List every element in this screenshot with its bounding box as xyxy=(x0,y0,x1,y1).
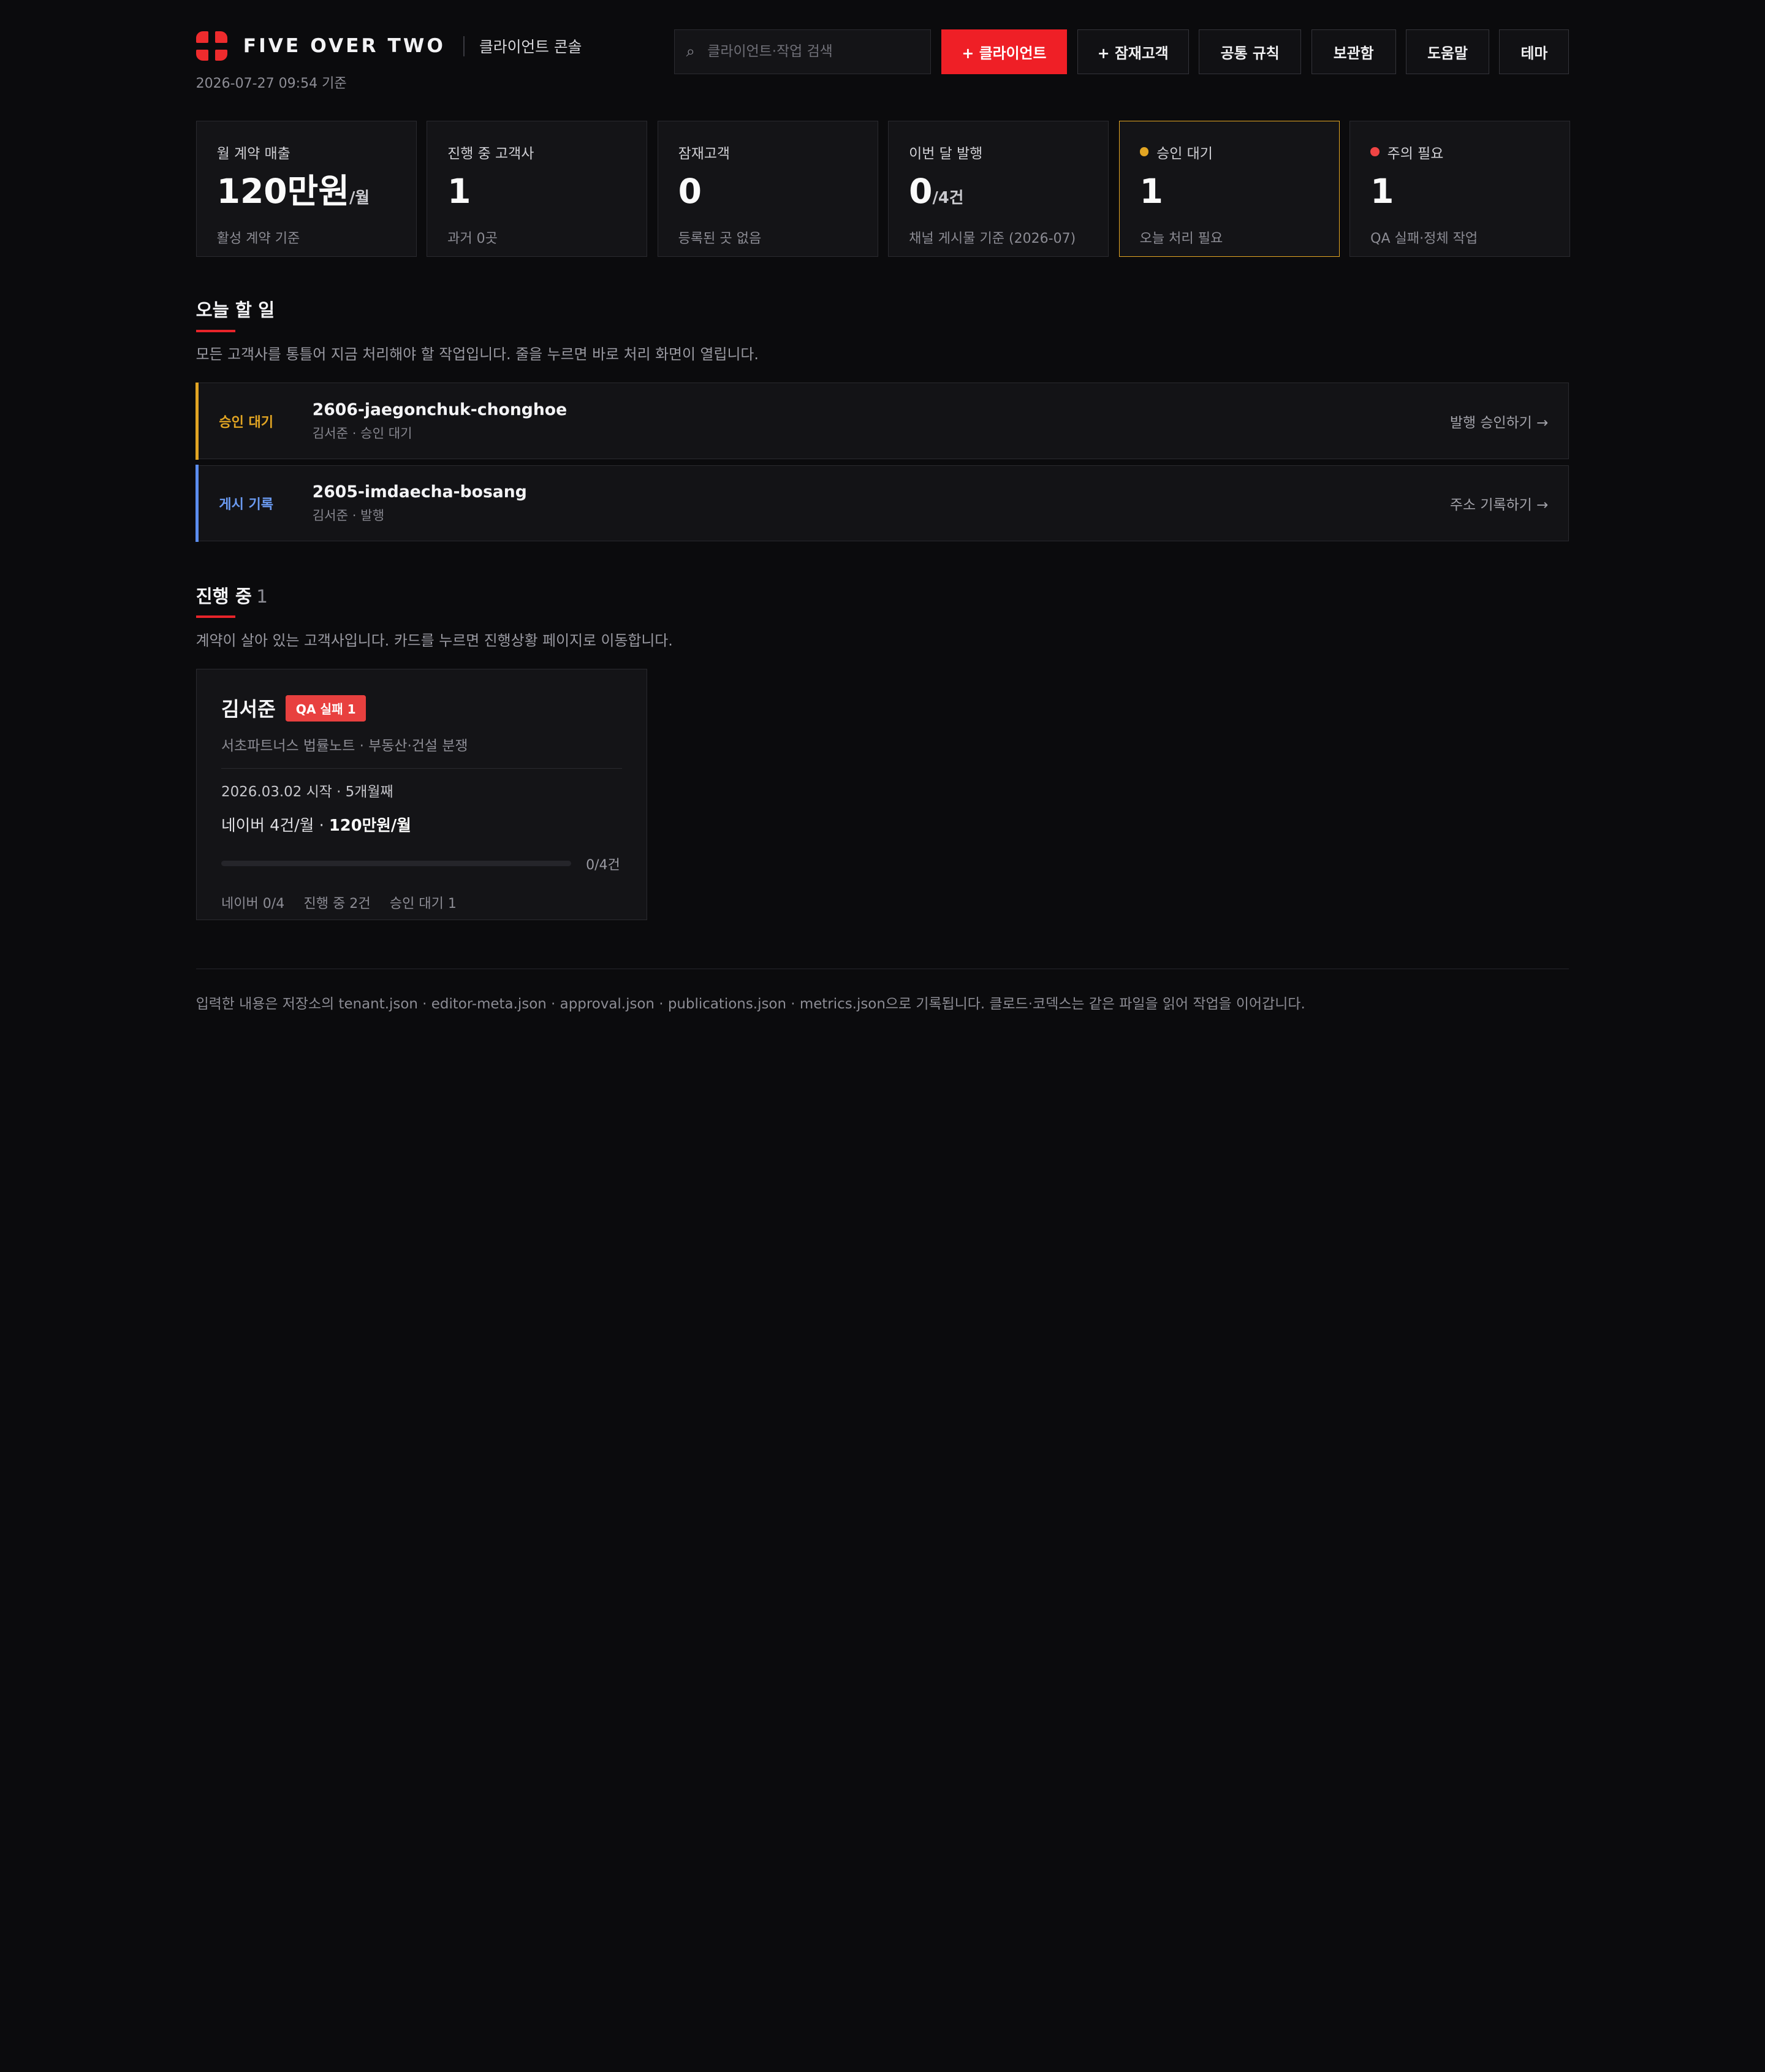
contract-plan: 네이버 4건/월 · 120만원/월 xyxy=(221,817,411,836)
in-progress-section-header: 진행 중1 xyxy=(195,582,268,619)
help-button[interactable]: 도움말 xyxy=(1406,29,1489,75)
archive-button[interactable]: 보관함 xyxy=(1311,29,1396,75)
task-meta: 김서준 · 발행 xyxy=(312,508,384,524)
theme-button[interactable]: 테마 xyxy=(1499,29,1570,75)
stats-row: 월 계약 매출 120만원/월 활성 계약 기준 진행 중 고객사 1 과거 0… xyxy=(195,120,1571,257)
progress-text: 0/4건 xyxy=(586,857,620,873)
data-timestamp: 2026-07-27 09:54 기준 xyxy=(195,75,347,91)
stat-pending-approval[interactable]: 승인 대기 1 오늘 처리 필요 xyxy=(1118,120,1340,257)
search-box[interactable]: ⌕ xyxy=(674,29,932,75)
brand[interactable]: FIVE OVER TWO 클라이언트 콘솔 xyxy=(195,31,582,61)
title-underline xyxy=(195,615,235,619)
search-icon: ⌕ xyxy=(686,42,696,61)
card-stats: 네이버 0/4 진행 중 2건 승인 대기 1 xyxy=(221,893,622,912)
app-root: FIVE OVER TWO 클라이언트 콘솔 2026-07-27 09:54 … xyxy=(0,0,1765,1128)
stat-value: 0 xyxy=(678,172,702,211)
stat-label: 승인 대기 xyxy=(1139,142,1339,162)
footer-note: 입력한 내용은 저장소의 tenant.json · editor-meta.j… xyxy=(195,996,1305,1013)
task-name: 2606-jaegonchuk-chonghoe xyxy=(312,400,567,419)
task-list: 승인 대기 2606-jaegonchuk-chonghoe 김서준 · 승인 … xyxy=(195,382,1570,547)
todo-description: 모든 고객사를 통틀어 지금 처리해야 할 작업입니다. 줄을 누르면 바로 처… xyxy=(195,346,759,364)
task-main: 2605-imdaecha-bosang 김서준 · 발행 xyxy=(313,482,1450,524)
card-header: 김서준 QA 실패 1 xyxy=(221,694,622,722)
common-rules-button[interactable]: 공통 규칙 xyxy=(1199,29,1302,75)
client-name: 김서준 xyxy=(221,698,276,722)
in-progress-title: 진행 중1 xyxy=(195,585,268,607)
todo-section-header: 오늘 할 일 xyxy=(195,296,275,332)
stat-sub: 과거 0곳 xyxy=(447,231,498,247)
stat-value: 120만원/월 xyxy=(216,172,370,211)
stat-label: 월 계약 매출 xyxy=(216,145,290,162)
qa-fail-badge: QA 실패 1 xyxy=(286,695,366,722)
toolbar: ⌕ + 클라이언트 + 잠재고객 공통 규칙 보관함 도움말 테마 xyxy=(674,29,1570,75)
stat-value: 1 xyxy=(1139,172,1163,211)
contract-start: 2026.03.02 시작 · 5개월째 xyxy=(221,784,393,801)
record-url-link[interactable]: 주소 기록하기 → xyxy=(1450,493,1568,514)
header: FIVE OVER TWO 클라이언트 콘솔 2026-07-27 09:54 … xyxy=(195,0,1570,101)
stat-value: 1 xyxy=(1370,172,1394,211)
brand-name: FIVE OVER TWO xyxy=(243,35,446,58)
task-status-bar xyxy=(195,382,199,460)
stat-label: 주의 필요 xyxy=(1370,142,1570,162)
stat-monthly-published[interactable]: 이번 달 발행 0/4건 채널 게시물 기준 (2026-07) xyxy=(888,120,1109,257)
contract-price: 120만원/월 xyxy=(328,817,411,836)
task-status-bar xyxy=(195,464,199,543)
stat-attention-needed[interactable]: 주의 필요 1 QA 실패·정체 작업 xyxy=(1349,120,1571,257)
stat-value: 1 xyxy=(447,172,471,211)
stat-label: 잠재고객 xyxy=(678,145,731,162)
stat-unit: /월 xyxy=(349,189,370,208)
stat-label: 진행 중 고객사 xyxy=(447,145,534,162)
in-progress-description: 계약이 살아 있는 고객사입니다. 카드를 누르면 진행상황 페이지로 이동합니… xyxy=(195,631,673,649)
task-row[interactable]: 승인 대기 2606-jaegonchuk-chonghoe 김서준 · 승인 … xyxy=(195,382,1570,460)
task-row[interactable]: 게시 기록 2605-imdaecha-bosang 김서준 · 발행 주소 기… xyxy=(195,464,1570,543)
add-client-button[interactable]: + 클라이언트 xyxy=(941,29,1068,75)
progress-row: 0/4건 xyxy=(221,854,622,874)
logo-icon xyxy=(195,31,227,61)
stat-sub: 오늘 처리 필요 xyxy=(1139,231,1223,247)
stat-sub: 활성 계약 기준 xyxy=(216,231,300,247)
stat-prospects[interactable]: 잠재고객 0 등록된 곳 없음 xyxy=(657,120,878,257)
content: FIVE OVER TWO 클라이언트 콘솔 2026-07-27 09:54 … xyxy=(195,0,1571,1012)
task-meta: 김서준 · 승인 대기 xyxy=(312,425,412,441)
stat-label: 이번 달 발행 xyxy=(909,145,983,162)
approve-publish-link[interactable]: 발행 승인하기 → xyxy=(1450,411,1568,432)
brand-subtitle: 클라이언트 콘솔 xyxy=(479,38,582,56)
stat-monthly-revenue[interactable]: 월 계약 매출 120만원/월 활성 계약 기준 xyxy=(195,120,417,257)
stat-sub: 등록된 곳 없음 xyxy=(678,231,762,247)
add-prospect-button[interactable]: + 잠재고객 xyxy=(1077,29,1189,75)
search-input[interactable] xyxy=(707,44,910,60)
stat-sub: 채널 게시물 기준 (2026-07) xyxy=(909,231,1076,247)
task-name: 2605-imdaecha-bosang xyxy=(312,482,527,501)
brand-divider xyxy=(463,36,465,56)
task-tag: 게시 기록 xyxy=(219,497,274,512)
alert-dot-icon xyxy=(1370,147,1380,156)
stat-pending: 승인 대기 1 xyxy=(389,896,457,912)
task-main: 2606-jaegonchuk-chonghoe 김서준 · 승인 대기 xyxy=(313,400,1450,442)
stat-ongoing: 진행 중 2건 xyxy=(303,896,371,912)
stat-sub: QA 실패·정체 작업 xyxy=(1370,231,1478,247)
stat-naver: 네이버 0/4 xyxy=(221,896,285,912)
title-underline xyxy=(195,329,235,332)
stat-unit: /4건 xyxy=(932,189,964,208)
progress-bar xyxy=(221,861,572,867)
todo-title: 오늘 할 일 xyxy=(195,300,275,321)
stat-active-clients[interactable]: 진행 중 고객사 1 과거 0곳 xyxy=(427,120,648,257)
warning-dot-icon xyxy=(1139,147,1149,156)
footer-divider xyxy=(195,968,1570,970)
client-org: 서초파트너스 법률노트 · 부동산·건설 분쟁 xyxy=(221,734,622,769)
in-progress-count: 1 xyxy=(256,585,268,607)
stat-value: 0/4건 xyxy=(909,172,964,211)
client-card[interactable]: 김서준 QA 실패 1 서초파트너스 법률노트 · 부동산·건설 분쟁 2026… xyxy=(195,668,648,920)
task-tag: 승인 대기 xyxy=(219,414,274,430)
